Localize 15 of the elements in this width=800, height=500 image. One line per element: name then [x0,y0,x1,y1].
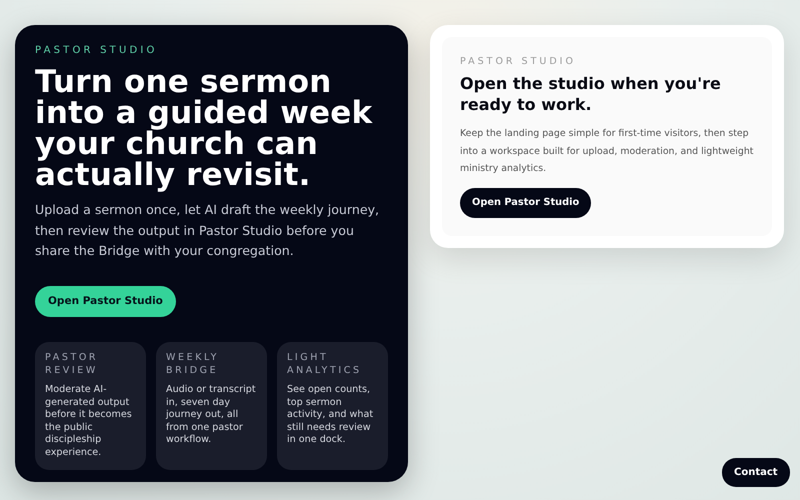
feature-title: WEEKLY BRIDGE [166,352,220,378]
studio-description: Keep the landing page simple for first-time visitors, then step into a workspace built for upload, moderation, and lightweight ministry analytics. [460,127,754,176]
contact-button[interactable]: Contact [722,458,790,487]
feature-description: Audio or transcript in, seven day journey out, all from one pastor workflow. [166,384,257,447]
feature-description: See open counts, top sermon activity, and what still needs review in one dock. [287,384,374,447]
eyebrow-label: PASTOR STUDIO [460,55,577,69]
feature-title: PASTOR REVIEW [45,352,100,378]
open-studio-button[interactable]: Open Pastor Studio [460,188,592,218]
hero-description: Upload a sermon once, let AI draft the weekly journey, then review the output in Pastor Studio before you share the Bridge with your congregation. [35,201,380,260]
feature-description: Moderate AI-generated output before it becomes the public discipleship experience. [45,384,133,460]
studio-heading: Open the studio when you're ready to work. [460,73,722,116]
hero-heading: Turn one sermon into a guided week your church can actually revisit. [35,67,374,191]
eyebrow-label: PASTOR STUDIO [35,44,159,58]
feature-title: LIGHT ANALYTICS [287,352,363,378]
open-studio-button[interactable]: Open Pastor Studio [35,286,176,318]
